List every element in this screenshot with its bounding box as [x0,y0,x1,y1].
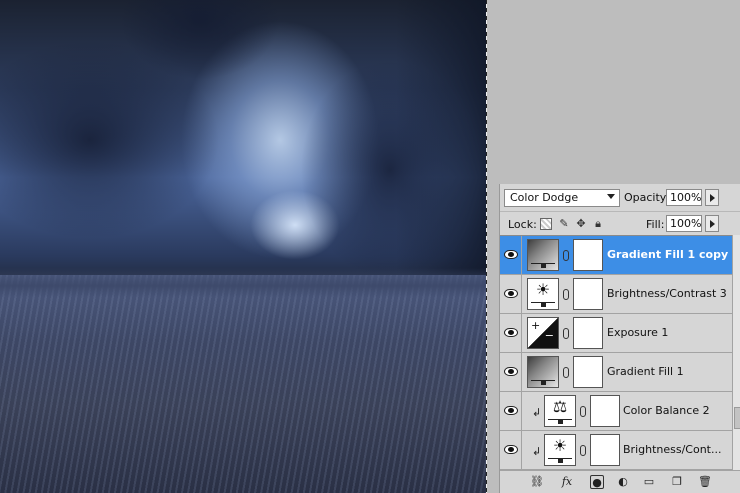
grass-field [0,275,486,493]
adjustment-layer-icon[interactable]: ◐ [616,475,630,489]
visibility-toggle[interactable] [500,314,522,352]
eye-icon [504,367,518,376]
layer-mask-thumbnail[interactable] [573,356,603,388]
eye-icon [504,328,518,337]
lock-position-icon[interactable]: ✥ [575,218,587,230]
layers-scrollbar[interactable] [732,235,740,470]
layers-list: Gradient Fill 1 copy ☀ Brightness/Contra… [500,235,732,470]
layer-name: Brightness/Cont... [623,443,722,456]
brightness-contrast-icon: ☀ [544,434,576,466]
new-group-icon[interactable]: ▭ [642,475,656,489]
lock-label: Lock: [508,218,537,231]
link-icon[interactable] [563,328,569,339]
layer-mask-thumbnail[interactable] [573,239,603,271]
dark-sky-edge [396,0,486,300]
layer-style-icon[interactable]: fx [560,475,574,489]
visibility-toggle[interactable] [500,236,522,274]
eye-icon [504,406,518,415]
link-icon[interactable] [563,367,569,378]
blend-mode-value: Color Dodge [510,191,579,204]
link-icon[interactable] [563,250,569,261]
lock-pixels-icon[interactable]: ✎ [558,218,570,230]
fill-label: Fill: [646,218,665,231]
layer-row[interactable]: ↲ ⚖ Color Balance 2 [500,392,732,431]
layer-row[interactable]: ☀ Brightness/Contrast 3 [500,275,732,314]
layer-name: Gradient Fill 1 [607,365,684,378]
opacity-label: Opacity: [624,191,670,204]
exposure-icon: + − [527,317,559,349]
new-layer-icon[interactable]: ❐ [670,475,684,489]
fill-field[interactable]: 100% [666,215,702,232]
gradient-fill-icon [527,356,559,388]
layer-row[interactable]: Gradient Fill 1 copy [500,236,732,275]
link-icon[interactable] [563,289,569,300]
layer-mask-thumbnail[interactable] [573,317,603,349]
layer-name: Gradient Fill 1 copy [607,248,729,261]
layer-row[interactable]: + − Exposure 1 [500,314,732,353]
layer-name: Color Balance 2 [623,404,710,417]
layer-mask-thumbnail[interactable] [590,395,620,427]
blend-opacity-row: Color Dodge Opacity: 100% [500,184,740,211]
brightness-contrast-icon: ☀ [527,278,559,310]
lock-row: Lock: ✎ ✥ 🔒︎ Fill: 100% [500,211,740,235]
link-icon[interactable] [580,406,586,417]
selection-marquee-edge [486,0,487,493]
chevron-down-icon [607,194,615,199]
link-layers-icon[interactable]: ⛓ [530,475,544,489]
gradient-fill-icon [527,239,559,271]
eye-icon [504,250,518,259]
layer-row[interactable]: Gradient Fill 1 [500,353,732,392]
trash-icon[interactable]: 🗑︎ [698,475,712,489]
visibility-toggle[interactable] [500,392,522,430]
blend-mode-select[interactable]: Color Dodge [504,189,620,207]
link-icon[interactable] [580,445,586,456]
layer-name: Brightness/Contrast 3 [607,287,727,300]
clipping-arrow-icon: ↲ [532,445,542,458]
layer-mask-thumbnail[interactable] [590,434,620,466]
visibility-toggle[interactable] [500,275,522,313]
add-mask-icon[interactable]: ● [590,475,604,489]
visibility-toggle[interactable] [500,431,522,469]
scrollbar-thumb[interactable] [734,407,740,429]
eye-icon [504,445,518,454]
opacity-slider-button[interactable] [705,189,719,206]
layers-panel: Color Dodge Opacity: 100% Lock: ✎ ✥ 🔒︎ F… [499,184,740,493]
layer-name: Exposure 1 [607,326,669,339]
clipping-arrow-icon: ↲ [532,406,542,419]
eye-icon [504,289,518,298]
horizon-haze [0,268,486,298]
layer-mask-thumbnail[interactable] [573,278,603,310]
fill-slider-button[interactable] [705,215,719,232]
visibility-toggle[interactable] [500,353,522,391]
lock-transparency-icon[interactable] [540,218,552,230]
lock-all-icon[interactable]: 🔒︎ [592,218,604,230]
opacity-field[interactable]: 100% [666,189,702,206]
layers-bottom-toolbar: ⛓ fx ● ◐ ▭ ❐ 🗑︎ [500,470,740,493]
document-canvas[interactable] [0,0,486,493]
color-balance-icon: ⚖ [544,395,576,427]
layer-row[interactable]: ↲ ☀ Brightness/Cont... [500,431,732,470]
